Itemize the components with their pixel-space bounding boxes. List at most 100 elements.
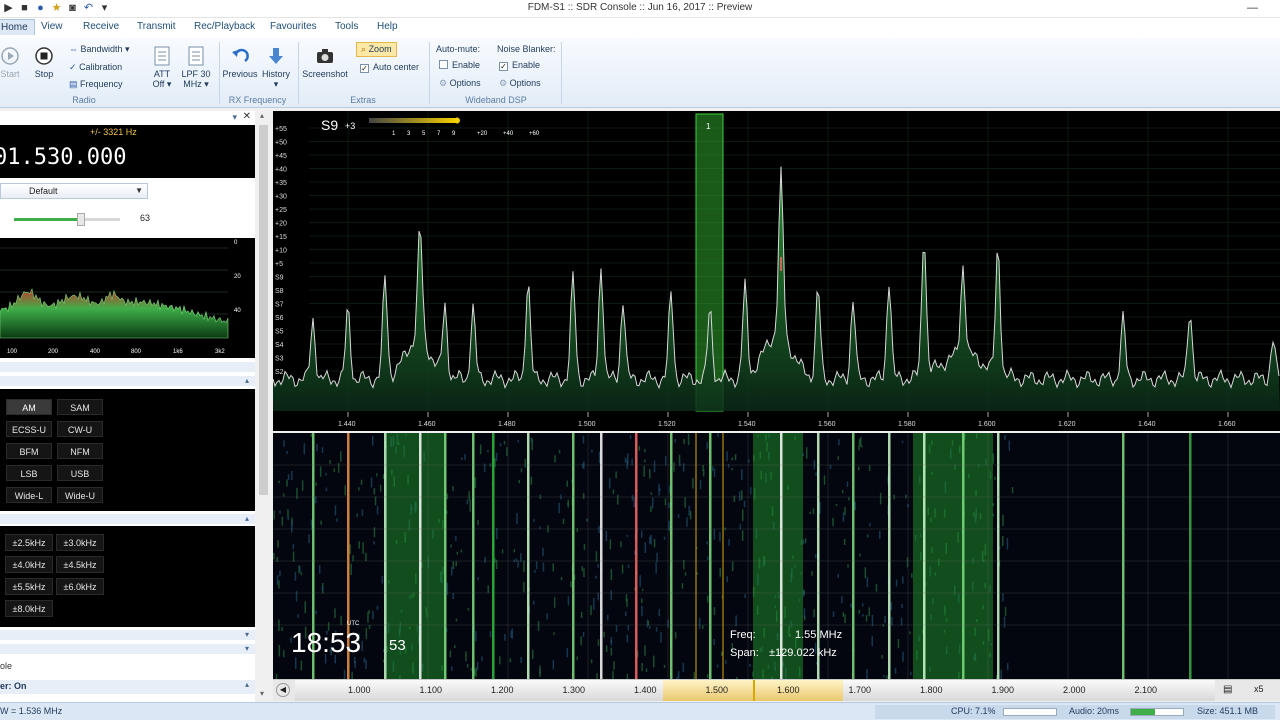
bandwidth-button[interactable]: ±3.0kHz: [56, 534, 104, 551]
section-header[interactable]: ▴: [0, 376, 255, 386]
zoom-level[interactable]: x5: [1254, 684, 1264, 694]
waterfall-noise: [278, 645, 281, 657]
scrollbar-thumb[interactable]: [259, 125, 268, 495]
history-button[interactable]: History ▾: [259, 46, 293, 90]
waterfall-display[interactable]: UTC 18:53 53 Freq: 1.55 MHz Span: ±129.0…: [273, 433, 1280, 679]
axis-tick-label: 3k2: [215, 349, 225, 355]
mode-button-wide-u[interactable]: Wide-U: [57, 487, 103, 503]
mode-button-ecss-u[interactable]: ECSS-U: [6, 421, 52, 437]
waterfall-noise: [713, 528, 716, 540]
freq-axis-label: 1.520: [658, 421, 676, 428]
mode-button-lsb[interactable]: LSB: [6, 465, 52, 481]
play-icon[interactable]: ◀: [276, 683, 290, 697]
bandwidth-button[interactable]: ±2.5kHz: [5, 534, 53, 551]
waterfall-settings-icon[interactable]: ▤: [1223, 684, 1232, 695]
screenshot-button[interactable]: Screenshot: [301, 46, 349, 79]
audio-spectrum: 0 20 40 100 200 400 800 1k6 3k2: [0, 238, 255, 358]
mode-button-sam[interactable]: SAM: [57, 399, 103, 415]
audio-spectrum-plot: 02040100 200 400 800 1k6 3k2: [0, 238, 255, 358]
chevron-up-icon[interactable]: ▴: [245, 514, 249, 523]
lpf-button[interactable]: LPF 30 MHz ▾: [180, 46, 212, 90]
chevron-up-icon[interactable]: ▾: [245, 630, 249, 639]
chevron-down-icon[interactable]: ▾: [245, 644, 249, 653]
frequency-display[interactable]: +/- 3321 Hz 01.530.000: [0, 125, 255, 178]
waterfall-noise: [343, 669, 346, 679]
waterfall-noise: [641, 598, 643, 604]
mode-button-nfm[interactable]: NFM: [57, 443, 103, 459]
waterfall-noise: [452, 561, 455, 570]
panel-scrollbar[interactable]: ▴ ▾: [255, 111, 273, 701]
close-icon[interactable]: ✕: [243, 111, 251, 122]
bandwidth-button[interactable]: ±8.0kHz: [5, 600, 53, 617]
overview-axis-label: 1.300: [562, 685, 586, 695]
overview-track[interactable]: 1.000 1.100 1.200 1.300 1.400 1.500 1.600 1.700…: [295, 680, 1215, 701]
waterfall-noise: [902, 651, 904, 662]
tab-transmit[interactable]: Transmit: [137, 21, 176, 32]
stop-button[interactable]: Stop: [30, 46, 58, 79]
tab-receive[interactable]: Receive: [83, 21, 119, 32]
calibration-button[interactable]: ✓ Calibration: [69, 62, 122, 73]
bandwidth-button[interactable]: ±5.5kHz: [5, 578, 53, 595]
overview-scrollbar[interactable]: ◀ 1.000 1.100 1.200 1.300 1.400 1.500 1.600 1.7…: [273, 679, 1280, 701]
tab-favourites[interactable]: Favourites: [270, 21, 317, 32]
spectrum-plot[interactable]: +55 +50 +45 +40 +35 +30 +25 +20 +15 +10 +5 S9 S8 S7 S6…: [272, 111, 1280, 431]
section-header[interactable]: ▾: [0, 644, 255, 654]
mode-button-wide-l[interactable]: Wide-L: [6, 487, 52, 503]
waterfall-noise: [595, 575, 597, 579]
waterfall-noise: [707, 595, 709, 603]
waterfall-noise: [1004, 435, 1006, 440]
chevron-down-icon[interactable]: ▾: [232, 112, 237, 123]
waterfall-noise: [570, 581, 572, 588]
volume-slider-handle[interactable]: [76, 213, 85, 226]
section-header[interactable]: ▴: [0, 514, 255, 524]
waterfall-noise: [744, 594, 746, 598]
chevron-down-icon[interactable]: ▾: [260, 689, 264, 698]
section-header[interactable]: er: On ▴: [0, 680, 255, 694]
waterfall-plot[interactable]: [273, 433, 1280, 679]
tab-home[interactable]: Home: [0, 19, 35, 35]
tab-view[interactable]: View: [41, 21, 63, 32]
waterfall-noise: [373, 541, 375, 545]
bandwidth-button[interactable]: ±4.5kHz: [56, 556, 104, 573]
start-button[interactable]: Start: [0, 46, 24, 79]
s-scale-label: +60: [529, 131, 540, 137]
minimize-icon[interactable]: —: [1246, 2, 1259, 15]
tab-rec-playback[interactable]: Rec/Playback: [194, 21, 255, 32]
chevron-up-icon[interactable]: ▴: [245, 680, 249, 689]
chevron-up-icon[interactable]: ▴: [245, 376, 249, 385]
att-button[interactable]: ATT Off ▾: [149, 46, 175, 90]
preset-select[interactable]: Default ▼: [0, 183, 148, 199]
auto-center-checkbox[interactable]: ✓ Auto center: [360, 62, 419, 73]
bandwidth-button[interactable]: ±4.0kHz: [5, 556, 53, 573]
tab-tools[interactable]: Tools: [335, 21, 358, 32]
waterfall-noise: [360, 479, 363, 485]
volume-track[interactable]: [14, 213, 120, 226]
mode-button-usb[interactable]: USB: [57, 465, 103, 481]
axis-tick-label: 1k6: [173, 349, 183, 355]
mode-button-bfm[interactable]: BFM: [6, 443, 52, 459]
previous-button[interactable]: Previous: [222, 46, 258, 79]
waterfall-noise: [316, 444, 318, 452]
noise-blanker-enable-checkbox[interactable]: ✓ Enable: [499, 60, 540, 71]
section-header[interactable]: ▾: [0, 630, 255, 640]
auto-mute-options-button[interactable]: ⚙ Options: [439, 78, 481, 89]
zoom-button[interactable]: ⌕ Zoom: [356, 42, 397, 57]
auto-mute-enable-checkbox[interactable]: Enable: [439, 60, 480, 70]
tab-help[interactable]: Help: [377, 21, 398, 32]
s-meter-label: S9: [321, 117, 339, 133]
spectrum-display[interactable]: +55 +50 +45 +40 +35 +30 +25 +20 +15 +10 +5 S9 S8 S7 S6…: [272, 111, 1280, 431]
chevron-up-icon[interactable]: ▴: [260, 111, 264, 120]
waterfall-noise: [365, 659, 367, 669]
waterfall-noise: [642, 588, 644, 592]
bandwidth-button[interactable]: ⇔ Bandwidth ▾: [69, 44, 130, 55]
waterfall-noise: [365, 628, 368, 640]
mode-button-cw-u[interactable]: CW-U: [57, 421, 103, 437]
frequency-button[interactable]: ▤ Frequency: [69, 79, 123, 90]
waterfall-noise: [698, 617, 701, 629]
waterfall-carrier: [709, 433, 712, 679]
mode-button-am[interactable]: AM: [6, 399, 52, 415]
bandwidth-button[interactable]: ±6.0kHz: [56, 578, 104, 595]
waterfall-noise: [631, 458, 633, 466]
noise-blanker-options-button[interactable]: ⚙ Options: [499, 78, 541, 89]
overview-marker: [753, 680, 755, 701]
